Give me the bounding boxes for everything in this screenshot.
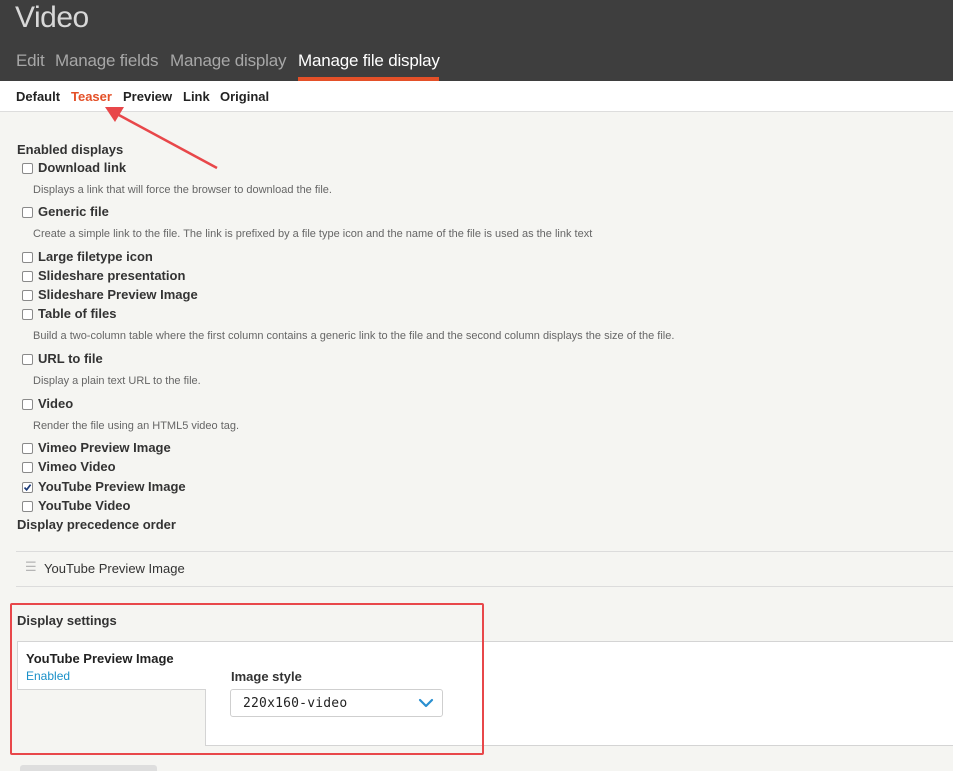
page-header: Video Edit Manage fields Manage display … xyxy=(0,0,953,81)
checkbox-label[interactable]: Slideshare Preview Image xyxy=(38,287,198,302)
checkbox-box[interactable] xyxy=(22,399,33,410)
tab-manage-display[interactable]: Manage display xyxy=(170,51,286,71)
checkbox-box[interactable] xyxy=(22,354,33,365)
checkbox-label[interactable]: Large filetype icon xyxy=(38,249,153,264)
image-style-value: 220x160-video xyxy=(243,696,348,711)
checkbox-label[interactable]: Vimeo Video xyxy=(38,459,116,474)
precedence-order-label: Display precedence order xyxy=(17,517,176,532)
checkbox-label[interactable]: Generic file xyxy=(38,204,109,219)
checkbox-label[interactable]: Vimeo Preview Image xyxy=(38,440,171,455)
checkbox-box[interactable] xyxy=(22,163,33,174)
checkbox-description: Displays a link that will force the brow… xyxy=(33,184,332,196)
checkmark-icon xyxy=(23,484,32,492)
vertical-tab-title[interactable]: YouTube Preview Image xyxy=(26,651,174,666)
checkbox-label[interactable]: Download link xyxy=(38,160,126,175)
drag-handle-icon[interactable]: ☰ xyxy=(25,559,37,575)
checkbox-label[interactable]: URL to file xyxy=(38,351,103,366)
tab-manage-fields[interactable]: Manage fields xyxy=(55,51,158,71)
checkbox-label[interactable]: YouTube Preview Image xyxy=(38,479,186,494)
checkbox-box[interactable] xyxy=(22,443,33,454)
checkbox-label[interactable]: Video xyxy=(38,396,73,411)
page-title: Video xyxy=(15,1,89,34)
enabled-displays-label: Enabled displays xyxy=(17,142,124,157)
checkbox-box-checked[interactable] xyxy=(22,482,33,493)
display-settings-label: Display settings xyxy=(17,613,117,628)
checkbox-box[interactable] xyxy=(22,462,33,473)
image-style-select[interactable]: 220x160-video xyxy=(230,689,443,717)
vertical-tab-youtube-preview-image[interactable]: YouTube Preview Image Enabled xyxy=(17,641,206,690)
subtab-original[interactable]: Original xyxy=(220,89,269,104)
checkbox-description: Create a simple link to the file. The li… xyxy=(33,228,593,240)
secondary-tabs: Default Teaser Preview Link Original xyxy=(0,81,953,112)
checkbox-label[interactable]: YouTube Video xyxy=(38,498,130,513)
precedence-row[interactable]: ☰ YouTube Preview Image xyxy=(16,551,953,587)
checkbox-label[interactable]: Slideshare presentation xyxy=(38,268,185,283)
checkbox-description: Display a plain text URL to the file. xyxy=(33,375,201,387)
checkbox-box[interactable] xyxy=(22,207,33,218)
checkbox-box[interactable] xyxy=(22,271,33,282)
checkbox-description: Build a two-column table where the first… xyxy=(33,330,675,342)
checkbox-box[interactable] xyxy=(22,501,33,512)
subtab-default[interactable]: Default xyxy=(16,89,60,104)
checkbox-description: Render the file using an HTML5 video tag… xyxy=(33,420,240,432)
subtab-teaser[interactable]: Teaser xyxy=(71,89,112,104)
precedence-item-label: YouTube Preview Image xyxy=(44,561,185,576)
tab-edit[interactable]: Edit xyxy=(16,51,45,71)
vertical-tab-summary: Enabled xyxy=(26,669,71,683)
checkbox-box[interactable] xyxy=(22,290,33,301)
checkbox-box[interactable] xyxy=(22,252,33,263)
tab-manage-file-display[interactable]: Manage file display xyxy=(298,51,440,71)
checkbox-label[interactable]: Table of files xyxy=(38,306,117,321)
checkbox-box[interactable] xyxy=(22,309,33,320)
chevron-down-icon xyxy=(418,698,434,708)
subtab-preview[interactable]: Preview xyxy=(123,89,172,104)
save-button[interactable] xyxy=(20,765,157,771)
image-style-label: Image style xyxy=(231,669,302,684)
subtab-link[interactable]: Link xyxy=(183,89,210,104)
